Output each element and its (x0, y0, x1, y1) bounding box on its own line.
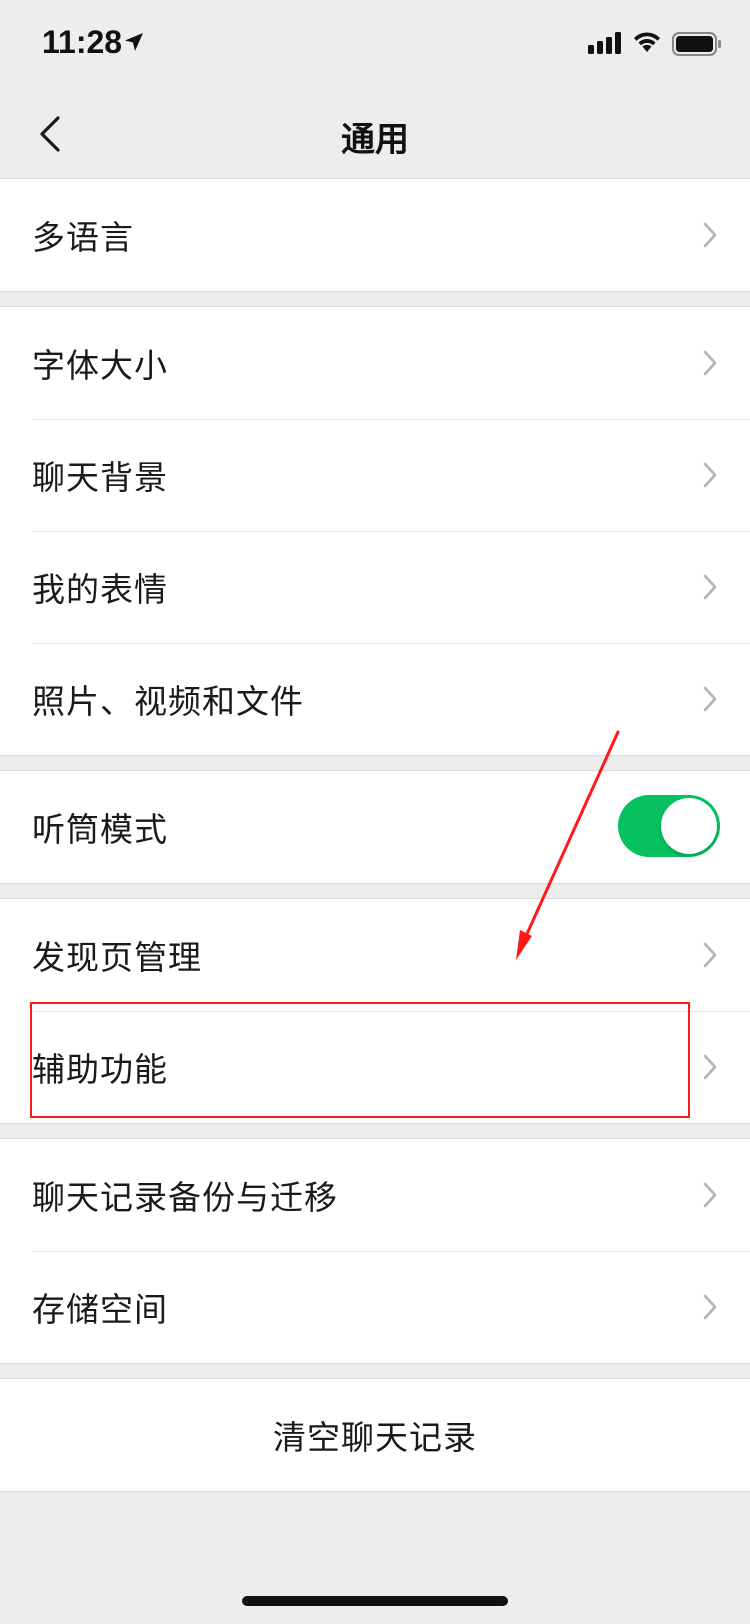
clear-chat-history-label: 清空聊天记录 (273, 1418, 477, 1457)
status-time: 11:28 (42, 24, 123, 60)
settings-group-earpiece: 听筒模式 (0, 770, 750, 884)
chevron-right-icon (703, 462, 717, 488)
setting-row-storage-space[interactable]: 存储空间 (0, 1251, 750, 1363)
toggle-knob (661, 798, 717, 854)
setting-label: 聊天记录备份与迁移 (32, 1178, 338, 1217)
location-arrow-icon (125, 33, 143, 51)
wifi-icon (634, 32, 660, 52)
home-indicator (242, 1596, 508, 1606)
setting-label: 聊天背景 (32, 458, 168, 497)
setting-row-language[interactable]: 多语言 (0, 179, 750, 291)
setting-label: 存储空间 (32, 1290, 168, 1329)
status-bar: 11:28 (0, 0, 750, 90)
page-title: 通用 (341, 120, 409, 160)
setting-label: 听筒模式 (32, 810, 168, 849)
setting-row-chat-background[interactable]: 聊天背景 (0, 419, 750, 531)
setting-label: 照片、视频和文件 (32, 682, 304, 721)
chevron-right-icon (703, 574, 717, 600)
nav-bar: 通用 (0, 90, 750, 178)
setting-row-earpiece-mode: 听筒模式 (0, 771, 750, 883)
settings-group-clear: 清空聊天记录 (0, 1378, 750, 1492)
chevron-right-icon (703, 1294, 717, 1320)
setting-label: 发现页管理 (32, 938, 202, 977)
chevron-right-icon (703, 1182, 717, 1208)
settings-group-display: 字体大小 聊天背景 我的表情 照片、视频和文件 (0, 306, 750, 756)
settings-group-language: 多语言 (0, 178, 750, 292)
chevron-right-icon (703, 1054, 717, 1080)
setting-row-chat-backup-migration[interactable]: 聊天记录备份与迁移 (0, 1139, 750, 1251)
setting-label: 我的表情 (32, 570, 168, 609)
setting-label: 辅助功能 (32, 1050, 168, 1089)
chevron-right-icon (703, 350, 717, 376)
setting-row-my-stickers[interactable]: 我的表情 (0, 531, 750, 643)
chevron-right-icon (703, 222, 717, 248)
battery-icon (672, 32, 721, 56)
setting-row-discover-management[interactable]: 发现页管理 (0, 899, 750, 1011)
setting-row-font-size[interactable]: 字体大小 (0, 307, 750, 419)
settings-group-discover: 发现页管理 辅助功能 (0, 898, 750, 1124)
cellular-signal-icon (588, 32, 621, 54)
setting-label: 多语言 (32, 218, 134, 257)
clear-chat-history-button[interactable]: 清空聊天记录 (0, 1379, 750, 1491)
earpiece-mode-toggle[interactable] (618, 795, 720, 857)
setting-row-photos-videos-files[interactable]: 照片、视频和文件 (0, 643, 750, 755)
settings-group-storage: 聊天记录备份与迁移 存储空间 (0, 1138, 750, 1364)
setting-label: 字体大小 (32, 346, 168, 385)
chevron-right-icon (703, 686, 717, 712)
chevron-right-icon (703, 942, 717, 968)
setting-row-accessibility[interactable]: 辅助功能 (0, 1011, 750, 1123)
